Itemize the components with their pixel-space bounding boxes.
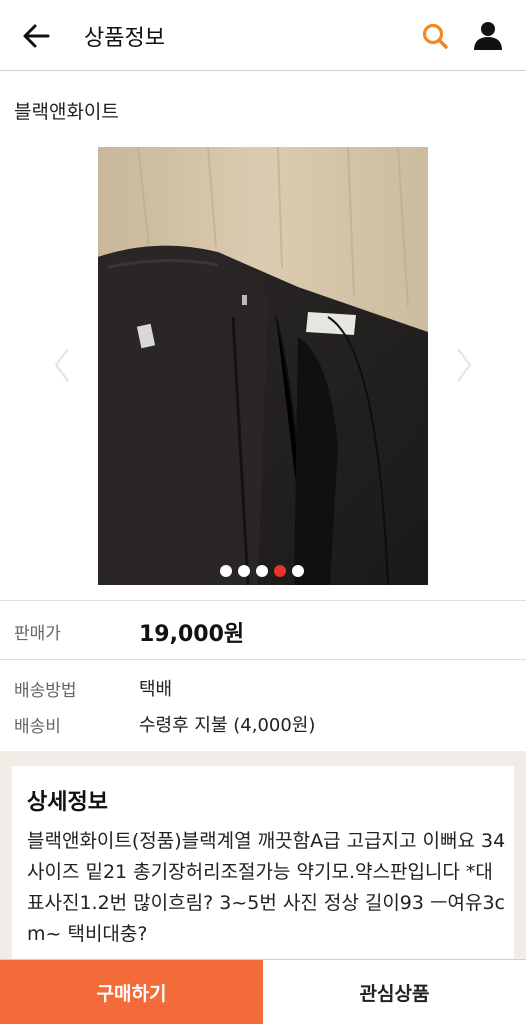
chevron-right-icon [457, 348, 472, 382]
arrow-left-icon [23, 24, 50, 48]
pagination-dot[interactable] [292, 565, 304, 577]
pagination-dot[interactable] [238, 565, 250, 577]
pagination-dot[interactable] [220, 565, 232, 577]
divider [0, 600, 526, 601]
page-title: 상품정보 [84, 26, 165, 51]
product-name: 블랙앤화이트 [14, 101, 119, 123]
detail-description: 블랙앤화이트(정품)블랙계열 깨끗함A급 고급지고 이뻐요 34사이즈 밑21 … [27, 830, 506, 945]
price-label: 판매가 [14, 624, 61, 644]
bottom-action-bar: 구매하기 관심상품 [0, 959, 526, 1024]
search-button[interactable] [417, 18, 453, 54]
app-bar: 상품정보 [0, 0, 526, 71]
wishlist-button[interactable]: 관심상품 [263, 960, 526, 1024]
pagination-dot-active[interactable] [274, 565, 286, 577]
shipping-fee-label: 배송비 [14, 717, 61, 737]
detail-heading: 상세정보 [27, 790, 108, 815]
image-pagination [220, 565, 304, 577]
pagination-dot[interactable] [256, 565, 268, 577]
product-photo-image [98, 147, 428, 585]
prev-image-button[interactable] [50, 345, 74, 385]
shipping-method-value: 택배 [139, 679, 173, 700]
search-icon [422, 23, 448, 49]
shipping-fee-value: 수령후 지불 (4,000원) [139, 715, 316, 736]
user-icon [474, 22, 502, 50]
product-photo[interactable] [98, 147, 428, 585]
user-button[interactable] [469, 16, 507, 54]
buy-button[interactable]: 구매하기 [0, 960, 263, 1024]
image-gallery[interactable] [0, 140, 526, 595]
shipping-method-label: 배송방법 [14, 681, 77, 701]
price-value: 19,000원 [139, 622, 245, 647]
chevron-left-icon [54, 348, 69, 382]
next-image-button[interactable] [452, 345, 476, 385]
divider [0, 659, 526, 660]
back-button[interactable] [18, 18, 54, 54]
